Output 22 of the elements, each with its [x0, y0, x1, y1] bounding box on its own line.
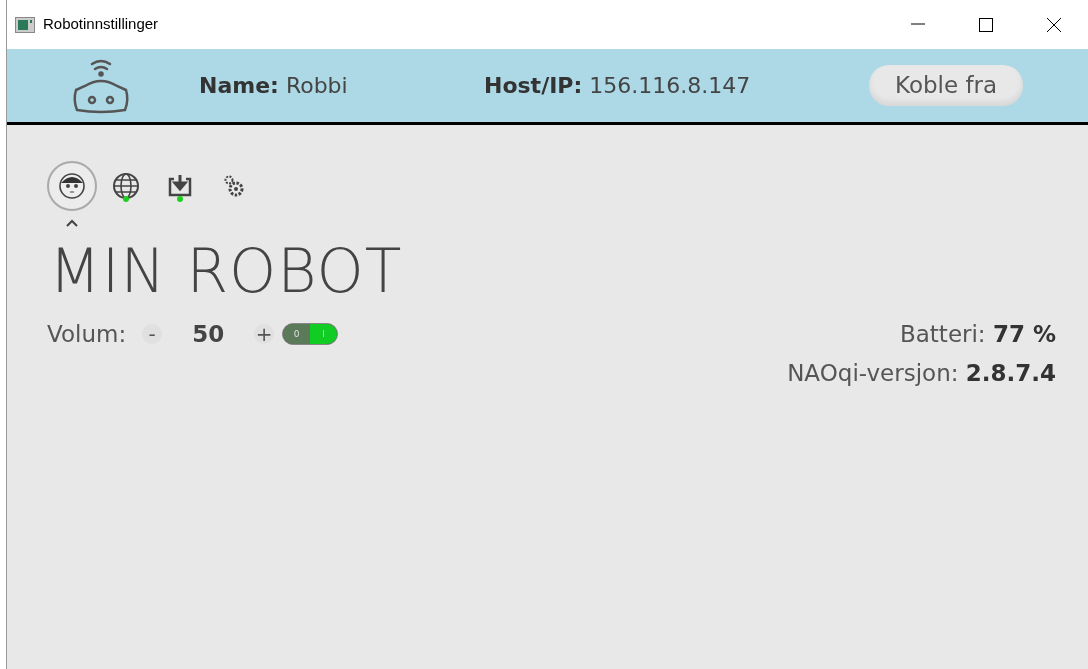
status-dot [123, 196, 129, 202]
close-icon[interactable] [1047, 17, 1061, 32]
info-text: Batteri: 77 % [899, 320, 1056, 349]
tab[interactable] [47, 161, 97, 211]
volume-label: Volum: [47, 320, 127, 349]
volume-up-button[interactable]: + [254, 324, 275, 345]
globe-icon [111, 171, 141, 201]
robot-face-icon [57, 171, 87, 201]
page-title: MIN ROBOT [49, 241, 404, 301]
window-title: Robotinnstillinger [43, 14, 160, 35]
toggle-on-label: I [310, 324, 338, 345]
toggle-off-label: 0 [283, 324, 311, 345]
maximize-icon[interactable] [979, 17, 993, 32]
disconnect-button[interactable]: Koble fra [869, 65, 1024, 106]
status-dot [177, 196, 183, 202]
host-field: Host/IP: 156.116.8.147 [484, 69, 869, 102]
volume-down-button[interactable]: - [142, 324, 163, 345]
toggle-switch[interactable]: 0 I [282, 323, 339, 346]
name-field: Name: Robbi [199, 69, 484, 102]
info-text: NAOqi-versjon: 2.8.7.4 [787, 358, 1056, 388]
app-icon [15, 16, 35, 33]
volume-value: 50 [192, 320, 225, 349]
